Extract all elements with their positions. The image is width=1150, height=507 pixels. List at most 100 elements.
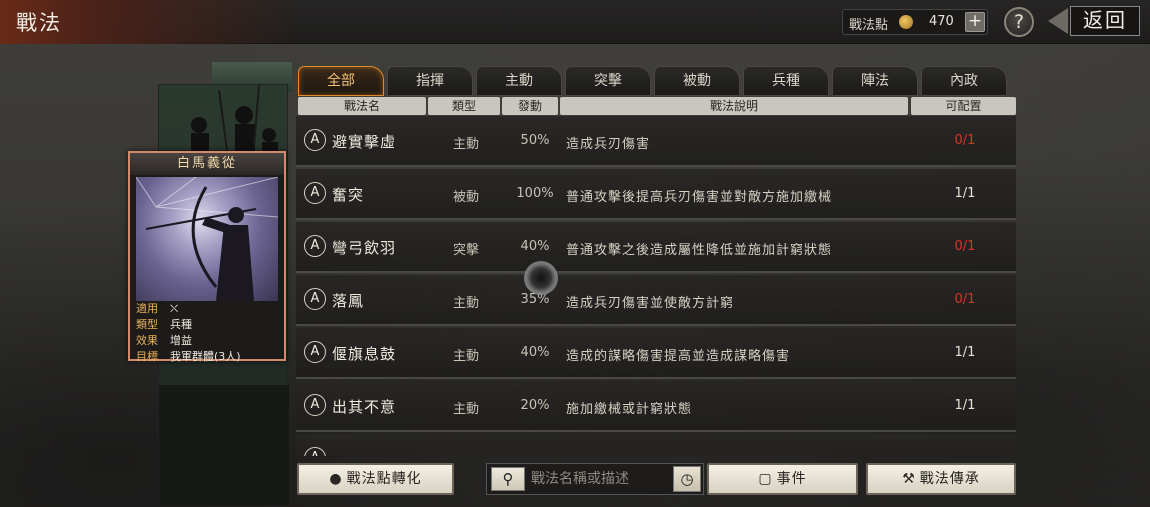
coin-icon	[899, 15, 913, 29]
grade-badge: A	[304, 341, 326, 363]
tactic-type: 突擊	[452, 243, 479, 258]
info-key: 類型	[136, 318, 158, 331]
tactic-rate: 35%	[520, 292, 550, 307]
table-header: 戰法名 類型 發動 戰法說明 可配置	[296, 97, 1018, 115]
tactic-name: 彎弓飲羽	[332, 239, 397, 257]
tab-command[interactable]: 指揮	[387, 66, 473, 96]
tactic-alloc: 1/1	[954, 398, 976, 413]
tactic-desc: 普通攻擊之後造成屬性降低並施加計窮狀態	[566, 243, 833, 258]
tactic-rate: 50%	[520, 133, 550, 148]
tab-troop[interactable]: 兵種	[743, 66, 829, 96]
tactic-points-box: 戰法點 470 +	[842, 9, 988, 35]
tactic-card[interactable]: 白馬義從 適用 ⛌ 類型 兵種 效果 增益 目標 我軍群體(3人)	[128, 151, 286, 363]
inherit-button[interactable]: ⚒ 戰法傳承	[866, 463, 1016, 495]
tab-internal[interactable]: 內政	[921, 66, 1007, 96]
search-input[interactable]	[531, 468, 669, 490]
title-banner: 戰法	[0, 0, 300, 44]
crossbow-icon: ⛌	[170, 302, 179, 315]
tactic-alloc: 1/1	[954, 345, 976, 360]
card-name: 白馬義從	[130, 153, 284, 175]
archer-art	[136, 177, 278, 301]
tactic-name: 落鳳	[332, 292, 365, 310]
info-value: 我軍群體(3人)	[170, 350, 241, 363]
info-value: 兵種	[170, 318, 192, 331]
search-icon[interactable]: ⚲	[491, 467, 525, 491]
tactic-desc: 造成兵刃傷害	[566, 137, 651, 152]
card-info-row: 類型 兵種	[136, 317, 282, 333]
help-button[interactable]: ?	[1004, 7, 1034, 37]
card-info-row: 效果 增益	[136, 333, 282, 349]
tactic-type: 被動	[452, 190, 479, 205]
column-header-rate[interactable]: 發動	[502, 97, 558, 115]
tactic-type: 主動	[452, 349, 479, 364]
grade-badge: A	[304, 447, 326, 456]
table-row[interactable]: A 避實擊虛 主動 50% 造成兵刃傷害 0/1	[296, 116, 1016, 167]
back-arrow-icon	[1048, 8, 1068, 34]
event-button[interactable]: ▢ 事件	[707, 463, 858, 495]
tactic-alloc: 0/1	[954, 133, 976, 148]
tactic-points-value: 470	[929, 14, 954, 29]
tactic-desc: 造成的謀略傷害提高並造成謀略傷害	[566, 349, 791, 364]
convert-points-label: 戰法點轉化	[346, 471, 422, 487]
table-row[interactable]: A 偃旗息鼓 主動 40% 造成的謀略傷害提高並造成謀略傷害 1/1	[296, 328, 1016, 379]
flame-icon: ●	[329, 471, 343, 487]
tab-formation[interactable]: 陣法	[832, 66, 918, 96]
info-key: 目標	[136, 350, 158, 363]
tactic-rate: 40%	[520, 239, 550, 254]
tab-passive[interactable]: 被動	[654, 66, 740, 96]
back-button[interactable]: 返回	[1048, 6, 1140, 36]
info-key: 效果	[136, 334, 158, 347]
tab-assault[interactable]: 突擊	[565, 66, 651, 96]
tactic-desc: 造成兵刃傷害並使敵方計窮	[566, 296, 735, 311]
column-header-desc: 戰法說明	[560, 97, 908, 115]
search-bar: ⚲ ◷	[486, 463, 704, 495]
inherit-label: 戰法傳承	[919, 471, 980, 487]
tactic-type: 主動	[452, 296, 479, 311]
table-row[interactable]: A 落鳳 主動 35% 造成兵刃傷害並使敵方計窮 0/1	[296, 275, 1016, 326]
hammer-icon: ⚒	[902, 471, 916, 487]
tactic-name: 偃旗息鼓	[332, 345, 397, 363]
tab-active[interactable]: 主動	[476, 66, 562, 96]
tactic-rate: 40%	[520, 345, 550, 360]
history-clock-icon[interactable]: ◷	[673, 466, 701, 492]
table-row[interactable]: A 奮突 被動 100% 普通攻擊後提高兵刃傷害並對敵方施加繳械 1/1	[296, 169, 1016, 220]
event-label: 事件	[776, 471, 807, 487]
tactic-desc: 普通攻擊後提高兵刃傷害並對敵方施加繳械	[566, 190, 833, 205]
card-info-row: 目標 我軍群體(3人)	[136, 349, 282, 365]
tactic-alloc: 0/1	[954, 292, 976, 307]
table-row[interactable]: A	[296, 434, 1016, 456]
tactic-type: 主動	[452, 402, 479, 417]
category-tabs: 全部 指揮 主動 突擊 被動 兵種 陣法 內政	[298, 66, 1012, 96]
column-header-type[interactable]: 類型	[428, 97, 500, 115]
tactic-desc: 施加繳械或計窮狀態	[566, 402, 693, 417]
table-row[interactable]: A 彎弓飲羽 突擊 40% 普通攻擊之後造成屬性降低並施加計窮狀態 0/1	[296, 222, 1016, 273]
back-label: 返回	[1070, 6, 1140, 36]
convert-points-button[interactable]: ● 戰法點轉化	[297, 463, 454, 495]
tactic-rate: 100%	[516, 186, 554, 201]
loading-spinner-icon	[524, 261, 558, 295]
page-title: 戰法	[16, 11, 62, 35]
grade-badge: A	[304, 288, 326, 310]
add-points-button[interactable]: +	[965, 12, 985, 32]
column-header-name[interactable]: 戰法名	[298, 97, 426, 115]
grade-badge: A	[304, 235, 326, 257]
tactics-list: A 避實擊虛 主動 50% 造成兵刃傷害 0/1 A 奮突 被動 100% 普通…	[296, 116, 1018, 456]
tactic-type: 主動	[452, 137, 479, 152]
alert-icon: ▢	[758, 471, 773, 487]
card-info: 適用 ⛌ 類型 兵種 效果 增益 目標 我軍群體(3人)	[136, 301, 282, 365]
info-value: 增益	[170, 334, 192, 347]
tab-all[interactable]: 全部	[298, 66, 384, 96]
table-row[interactable]: A 出其不意 主動 20% 施加繳械或計窮狀態 1/1	[296, 381, 1016, 432]
tactic-name: 避實擊虛	[332, 133, 397, 151]
tactic-alloc: 0/1	[954, 239, 976, 254]
info-key: 適用	[136, 302, 158, 315]
tactic-name: 奮突	[332, 186, 365, 204]
column-header-alloc[interactable]: 可配置	[911, 97, 1016, 115]
grade-badge: A	[304, 394, 326, 416]
grade-badge: A	[304, 129, 326, 151]
card-info-row: 適用 ⛌	[136, 301, 282, 317]
tactic-alloc: 1/1	[954, 186, 976, 201]
top-bar: 戰法 戰法點 470 + ? 返回	[0, 0, 1150, 44]
tactic-rate: 20%	[520, 398, 550, 413]
grade-badge: A	[304, 182, 326, 204]
